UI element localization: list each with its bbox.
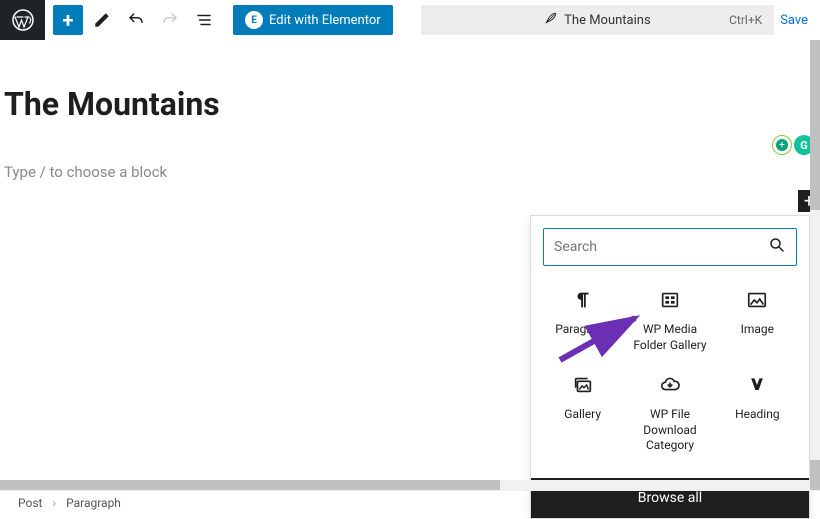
block-placeholder[interactable]: Type / to choose a block bbox=[4, 163, 820, 181]
media-folder-icon bbox=[658, 288, 682, 312]
scrollbar-thumb[interactable] bbox=[810, 40, 820, 210]
block-image[interactable]: Image bbox=[714, 278, 801, 363]
image-icon bbox=[745, 288, 769, 312]
search-box[interactable] bbox=[543, 228, 797, 266]
toolbar: + E Edit with Elementor bbox=[45, 5, 401, 35]
horizontal-scrollbar[interactable] bbox=[0, 480, 810, 490]
post-title[interactable]: The Mountains bbox=[4, 85, 820, 123]
block-paragraph[interactable]: Paragraph bbox=[539, 278, 626, 363]
block-label: Heading bbox=[735, 407, 780, 423]
chevron-right-icon: › bbox=[52, 496, 56, 510]
top-bar: + E Edit with Elementor The Mountains Ct… bbox=[0, 0, 820, 40]
block-gallery[interactable]: Gallery bbox=[539, 363, 626, 464]
edit-icon[interactable] bbox=[87, 5, 117, 35]
gallery-icon bbox=[571, 373, 595, 397]
block-label: Gallery bbox=[564, 407, 601, 423]
add-block-button[interactable]: + bbox=[53, 5, 83, 35]
yoast-badge[interactable]: + bbox=[772, 135, 792, 155]
search-input[interactable] bbox=[554, 239, 768, 255]
vertical-scrollbar[interactable] bbox=[810, 40, 820, 490]
outline-icon[interactable] bbox=[189, 5, 219, 35]
breadcrumb: Post › Paragraph bbox=[0, 490, 820, 515]
elementor-button[interactable]: E Edit with Elementor bbox=[233, 5, 393, 35]
block-label: WP File Download Category bbox=[630, 407, 709, 454]
block-heading[interactable]: Heading bbox=[714, 363, 801, 464]
save-link[interactable]: Save bbox=[780, 13, 808, 28]
elementor-label: Edit with Elementor bbox=[269, 13, 381, 28]
scrollbar-thumb[interactable] bbox=[0, 480, 500, 490]
feather-icon bbox=[544, 11, 558, 29]
breadcrumb-item[interactable]: Post bbox=[18, 496, 42, 510]
block-label: Image bbox=[741, 322, 774, 338]
search-icon bbox=[768, 236, 786, 258]
block-wp-media-folder-gallery[interactable]: WP Media Folder Gallery bbox=[626, 278, 713, 363]
paragraph-icon bbox=[571, 288, 595, 312]
breadcrumb-item[interactable]: Paragraph bbox=[66, 496, 121, 510]
undo-icon[interactable] bbox=[121, 5, 151, 35]
wordpress-logo[interactable] bbox=[0, 0, 45, 40]
page-title-pill[interactable]: The Mountains Ctrl+K bbox=[421, 5, 775, 35]
download-cloud-icon bbox=[658, 373, 682, 397]
heading-icon bbox=[745, 373, 769, 397]
block-wp-file-download[interactable]: WP File Download Category bbox=[626, 363, 713, 464]
shortcut-hint: Ctrl+K bbox=[729, 13, 762, 27]
block-inserter: Paragraph WP Media Folder Gallery Image … bbox=[530, 215, 810, 519]
scrollbar-thumb[interactable] bbox=[810, 460, 820, 490]
block-label: Paragraph bbox=[555, 322, 610, 338]
block-label: WP Media Folder Gallery bbox=[630, 322, 709, 353]
redo-icon[interactable] bbox=[155, 5, 185, 35]
page-title-text: The Mountains bbox=[564, 13, 651, 28]
elementor-icon: E bbox=[245, 11, 263, 29]
floating-badges: + G bbox=[772, 135, 814, 155]
